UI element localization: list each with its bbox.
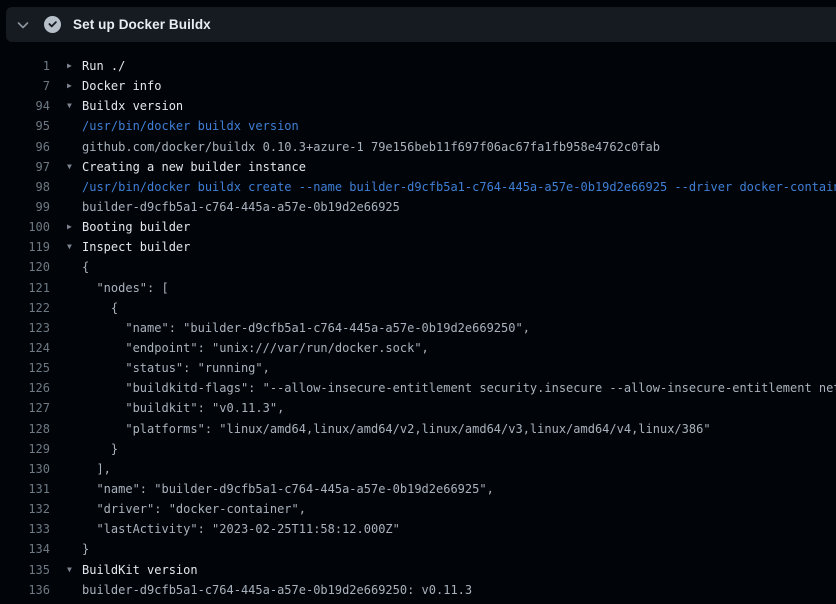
log-line: 95 /usr/bin/docker buildx version — [0, 116, 836, 136]
line-number[interactable]: 7 — [0, 79, 50, 93]
group-caret-icon: ▶ — [50, 62, 82, 70]
line-number[interactable]: 127 — [0, 401, 50, 415]
chevron-down-icon[interactable] — [14, 17, 32, 33]
log-line: 120 { — [0, 257, 836, 277]
log-text: BuildKit version — [82, 563, 198, 577]
log-line: 131 "name": "builder-d9cfb5a1-c764-445a-… — [0, 479, 836, 499]
log-text: "platforms": "linux/amd64,linux/amd64/v2… — [82, 422, 711, 436]
line-number[interactable]: 135 — [0, 563, 50, 577]
line-number[interactable]: 121 — [0, 281, 50, 295]
group-caret-icon: ▼ — [50, 163, 82, 171]
line-number[interactable]: 120 — [0, 260, 50, 274]
log-line: 96 github.com/docker/buildx 0.10.3+azure… — [0, 137, 836, 157]
line-number[interactable]: 133 — [0, 522, 50, 536]
line-number[interactable]: 123 — [0, 321, 50, 335]
log-text: } — [82, 442, 118, 456]
line-number[interactable]: 122 — [0, 301, 50, 315]
log-text: builder-d9cfb5a1-c764-445a-a57e-0b19d2e6… — [82, 583, 472, 597]
log-text: ], — [82, 462, 111, 476]
line-number[interactable]: 98 — [0, 180, 50, 194]
log-line: 132 "driver": "docker-container", — [0, 499, 836, 519]
log-line: 133 "lastActivity": "2023-02-25T11:58:12… — [0, 519, 836, 539]
log-line[interactable]: 135 ▼ BuildKit version — [0, 560, 836, 580]
log-line: 127 "buildkit": "v0.11.3", — [0, 398, 836, 418]
line-number[interactable]: 130 — [0, 462, 50, 476]
log-text: Creating a new builder instance — [82, 160, 306, 174]
log-line: 126 "buildkitd-flags": "--allow-insecure… — [0, 378, 836, 398]
log-text: "endpoint": "unix:///var/run/docker.sock… — [82, 341, 429, 355]
log-text: "status": "running", — [82, 361, 270, 375]
log-line: 121 "nodes": [ — [0, 278, 836, 298]
line-number[interactable]: 100 — [0, 220, 50, 234]
log-line[interactable]: 1 ▶ Run ./ — [0, 56, 836, 76]
log-text: Inspect builder — [82, 240, 190, 254]
log-text: { — [82, 301, 118, 315]
line-number[interactable]: 125 — [0, 361, 50, 375]
log-line[interactable]: 119 ▼ Inspect builder — [0, 237, 836, 257]
log-line[interactable]: 7 ▶ Docker info — [0, 76, 836, 96]
log-line: 125 "status": "running", — [0, 358, 836, 378]
log-container: 1 ▶ Run ./ 7 ▶ Docker info 94 ▼ Buildx v… — [0, 42, 836, 604]
line-number[interactable]: 99 — [0, 200, 50, 214]
log-line: 128 "platforms": "linux/amd64,linux/amd6… — [0, 419, 836, 439]
line-number[interactable]: 126 — [0, 381, 50, 395]
group-caret-icon: ▶ — [50, 82, 82, 90]
line-number[interactable]: 97 — [0, 160, 50, 174]
log-line: 136 builder-d9cfb5a1-c764-445a-a57e-0b19… — [0, 580, 836, 600]
step-header[interactable]: Set up Docker Buildx — [6, 7, 836, 42]
log-line[interactable]: 97 ▼ Creating a new builder instance — [0, 157, 836, 177]
line-number[interactable]: 128 — [0, 422, 50, 436]
line-number[interactable]: 134 — [0, 542, 50, 556]
log-line[interactable]: 100 ▶ Booting builder — [0, 217, 836, 237]
log-line: 129 } — [0, 439, 836, 459]
log-text: /usr/bin/docker buildx version — [82, 119, 299, 133]
line-number[interactable]: 1 — [0, 59, 50, 73]
log-text: builder-d9cfb5a1-c764-445a-a57e-0b19d2e6… — [82, 200, 400, 214]
log-text: { — [82, 260, 89, 274]
log-text: "name": "builder-d9cfb5a1-c764-445a-a57e… — [82, 321, 530, 335]
log-text: "name": "builder-d9cfb5a1-c764-445a-a57e… — [82, 482, 494, 496]
line-number[interactable]: 129 — [0, 442, 50, 456]
log-text: "buildkit": "v0.11.3", — [82, 401, 284, 415]
line-number[interactable]: 96 — [0, 140, 50, 154]
group-caret-icon: ▼ — [50, 243, 82, 251]
log-text: /usr/bin/docker buildx create --name bui… — [82, 180, 836, 194]
log-text: "lastActivity": "2023-02-25T11:58:12.000… — [82, 522, 400, 536]
log-text: Booting builder — [82, 220, 190, 234]
line-number[interactable]: 132 — [0, 502, 50, 516]
log-text: "nodes": [ — [82, 281, 169, 295]
line-number[interactable]: 95 — [0, 119, 50, 133]
log-line: 99 builder-d9cfb5a1-c764-445a-a57e-0b19d… — [0, 197, 836, 217]
log-line: 124 "endpoint": "unix:///var/run/docker.… — [0, 338, 836, 358]
line-number[interactable]: 119 — [0, 240, 50, 254]
log-line: 122 { — [0, 298, 836, 318]
log-text: Buildx version — [82, 99, 183, 113]
log-text: "buildkitd-flags": "--allow-insecure-ent… — [82, 381, 836, 395]
log-line: 123 "name": "builder-d9cfb5a1-c764-445a-… — [0, 318, 836, 338]
line-number[interactable]: 124 — [0, 341, 50, 355]
group-caret-icon: ▼ — [50, 102, 82, 110]
log-line: 134 } — [0, 539, 836, 559]
log-text: } — [82, 542, 89, 556]
log-text: Docker info — [82, 79, 161, 93]
line-number[interactable]: 131 — [0, 482, 50, 496]
line-number[interactable]: 136 — [0, 583, 50, 597]
log-line[interactable]: 94 ▼ Buildx version — [0, 96, 836, 116]
log-text: "driver": "docker-container", — [82, 502, 306, 516]
log-text: github.com/docker/buildx 0.10.3+azure-1 … — [82, 140, 660, 154]
check-circle-icon — [44, 16, 61, 33]
line-number[interactable]: 94 — [0, 99, 50, 113]
group-caret-icon: ▼ — [50, 566, 82, 574]
log-line: 98 /usr/bin/docker buildx create --name … — [0, 177, 836, 197]
log-text: Run ./ — [82, 59, 125, 73]
log-line: 130 ], — [0, 459, 836, 479]
step-title: Set up Docker Buildx — [73, 17, 211, 32]
group-caret-icon: ▶ — [50, 223, 82, 231]
